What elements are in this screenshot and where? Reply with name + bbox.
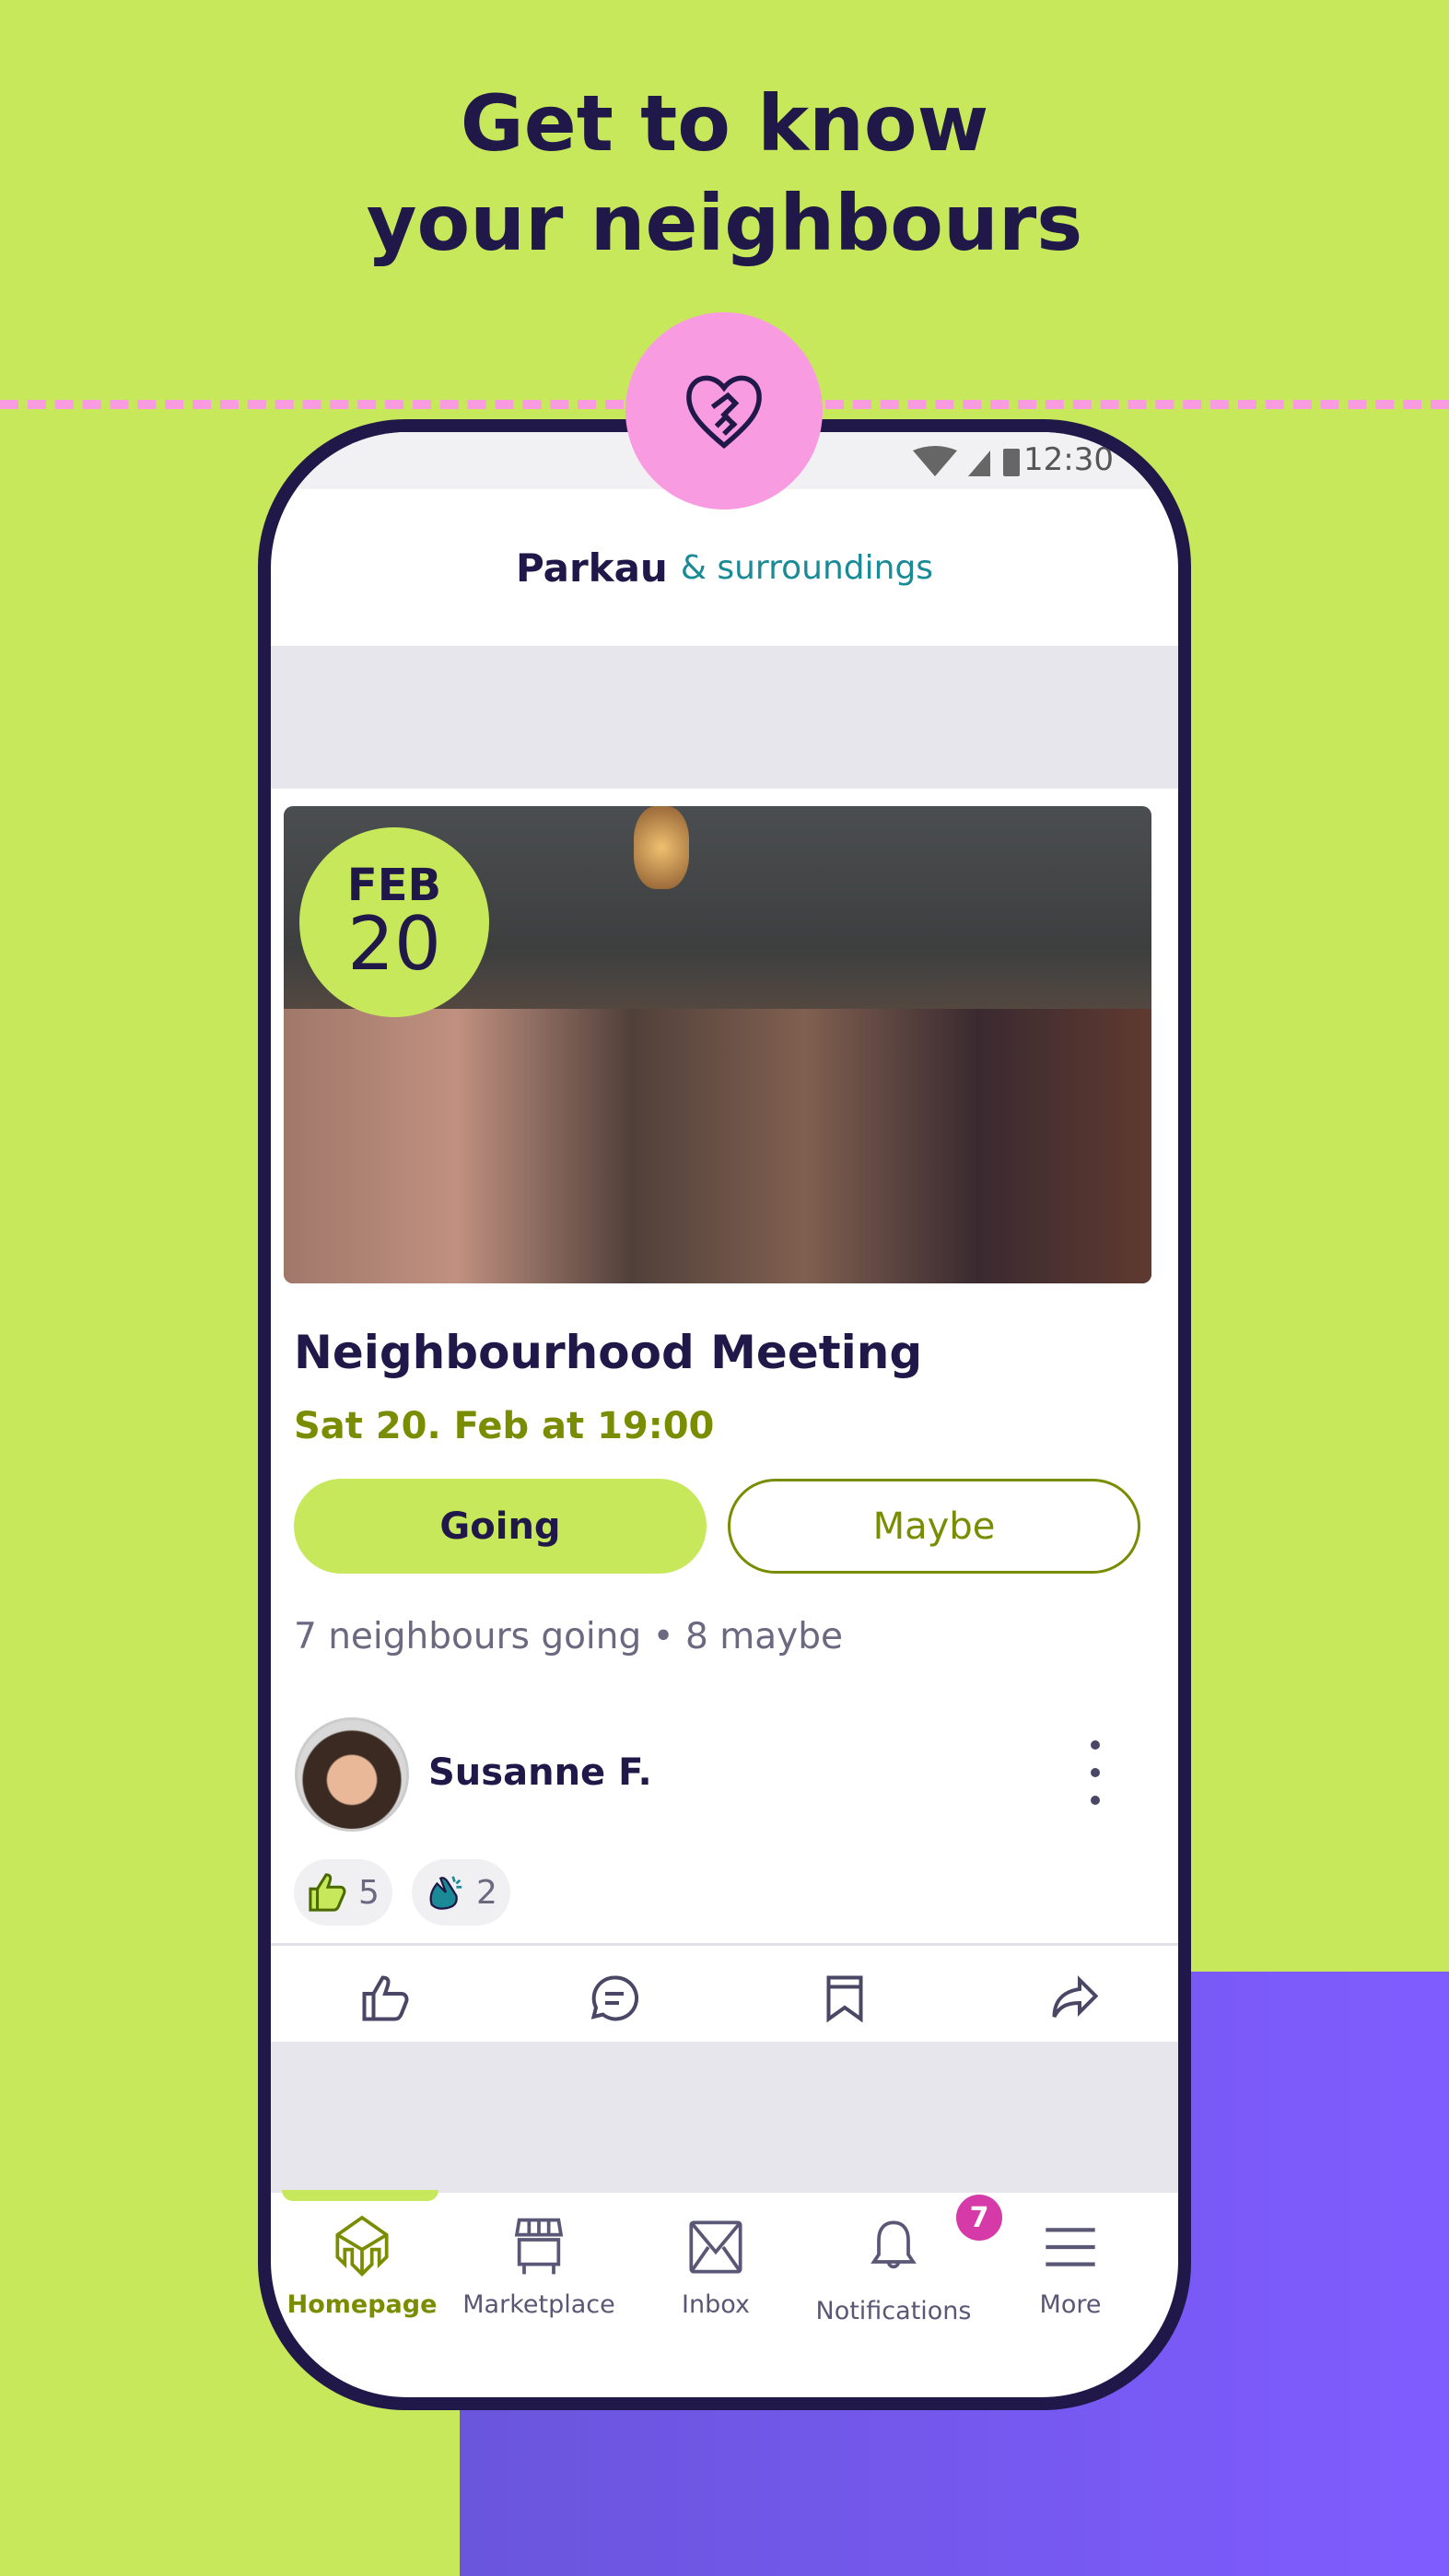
nav-homepage[interactable]: Homepage bbox=[274, 2215, 450, 2319]
town-name: Parkau bbox=[515, 544, 668, 591]
nav-label: Homepage bbox=[286, 2290, 438, 2319]
nav-label: More bbox=[1039, 2290, 1102, 2319]
reaction-count: 2 bbox=[476, 1873, 497, 1912]
going-button[interactable]: Going bbox=[294, 1479, 707, 1574]
like-icon[interactable] bbox=[357, 1971, 413, 2026]
event-title[interactable]: Neighbourhood Meeting bbox=[294, 1326, 922, 1379]
feed-spacer-bottom bbox=[271, 2042, 1178, 2193]
app-header[interactable]: Parkau & surroundings bbox=[271, 489, 1178, 646]
bell-icon bbox=[871, 2220, 917, 2269]
people-group bbox=[284, 1009, 1151, 1283]
nav-inbox[interactable]: Inbox bbox=[627, 2215, 804, 2319]
more-options-icon[interactable] bbox=[1081, 1740, 1109, 1805]
nav-notifications[interactable]: 7 Notifications bbox=[805, 2195, 1002, 2325]
author-name[interactable]: Susanne F. bbox=[428, 1751, 652, 1794]
hamburger-menu-icon bbox=[1046, 2228, 1095, 2266]
event-datetime: Sat 20. Feb at 19:00 bbox=[294, 1405, 715, 1447]
share-icon[interactable] bbox=[1047, 1971, 1103, 2026]
clap-icon bbox=[429, 1876, 462, 1910]
lamp-decoration bbox=[634, 806, 689, 889]
nav-more[interactable]: More bbox=[982, 2215, 1159, 2319]
heart-badge bbox=[625, 312, 823, 509]
reaction-thumbs-up[interactable]: 5 bbox=[294, 1859, 392, 1926]
wifi-icon bbox=[913, 446, 957, 476]
clock: 12:30 bbox=[1023, 441, 1114, 478]
phone-frame: 12:30 Parkau & surroundings FEB 20 Neigh… bbox=[258, 419, 1191, 2410]
signal-icon bbox=[968, 451, 990, 476]
town-suffix: & surroundings bbox=[680, 548, 934, 587]
headline: Get to know your neighbours bbox=[0, 74, 1449, 273]
nav-label: Marketplace bbox=[462, 2290, 615, 2319]
marketplace-icon bbox=[514, 2218, 564, 2275]
nav-label: Inbox bbox=[682, 2290, 750, 2319]
active-tab-indicator bbox=[282, 2190, 438, 2201]
headline-line-2: your neighbours bbox=[366, 178, 1083, 268]
date-badge: FEB 20 bbox=[299, 827, 489, 1017]
reaction-count: 5 bbox=[358, 1873, 380, 1912]
feed-spacer bbox=[271, 646, 1178, 789]
date-day: 20 bbox=[347, 901, 441, 987]
bookmark-icon[interactable] bbox=[817, 1971, 872, 2026]
attendance-stats[interactable]: 7 neighbours going • 8 maybe bbox=[294, 1616, 843, 1657]
home-icon bbox=[335, 2215, 389, 2277]
heart-handshake-icon bbox=[686, 375, 762, 450]
comment-icon[interactable] bbox=[587, 1971, 642, 2026]
maybe-button[interactable]: Maybe bbox=[728, 1479, 1140, 1574]
thumbs-up-icon bbox=[309, 1873, 346, 1912]
status-icons bbox=[913, 446, 1020, 476]
battery-icon bbox=[1003, 449, 1020, 476]
avatar[interactable] bbox=[295, 1717, 409, 1832]
divider bbox=[271, 1943, 1178, 1946]
phone-screen: 12:30 Parkau & surroundings FEB 20 Neigh… bbox=[271, 432, 1178, 2397]
envelope-icon bbox=[689, 2220, 742, 2274]
nav-marketplace[interactable]: Marketplace bbox=[450, 2215, 627, 2319]
nav-label: Notifications bbox=[815, 2297, 972, 2325]
reaction-clap[interactable]: 2 bbox=[412, 1859, 510, 1926]
headline-line-1: Get to know bbox=[460, 78, 989, 169]
